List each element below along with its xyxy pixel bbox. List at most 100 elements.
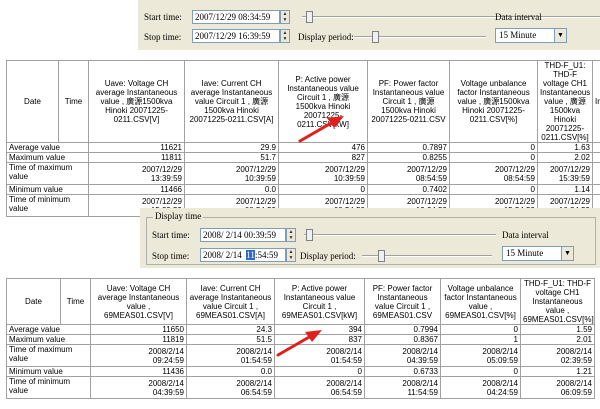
spin-down-icon[interactable]: ▼ bbox=[281, 17, 289, 23]
panel-1-controls: Start time: 2007/12/29 08:34:59 ▲ ▼ Data … bbox=[138, 0, 600, 50]
stop-time-date: 2008/ 2/14 bbox=[203, 250, 247, 260]
table-cell: 2.01 bbox=[520, 334, 595, 345]
start-time-spinner[interactable]: ▲ ▼ bbox=[280, 10, 290, 24]
slider-thumb[interactable] bbox=[306, 229, 313, 241]
stop-time-rest: :54:59 bbox=[254, 250, 278, 260]
spin-down-icon[interactable]: ▼ bbox=[287, 255, 295, 261]
column-header: Voltage unbalance factor Instantaneous v… bbox=[449, 60, 538, 143]
column-header: Voltage unbalance factor Instantaneous v… bbox=[440, 278, 521, 325]
table-cell: 11466 bbox=[88, 184, 185, 195]
slider-track bbox=[304, 234, 496, 236]
data-interval-value: 15 Minute bbox=[499, 30, 537, 40]
table-cell: 394 bbox=[274, 324, 365, 335]
column-header: Iave: Current CH average Instantaneous v… bbox=[186, 278, 275, 325]
table-cell: 0.6733 bbox=[364, 366, 441, 377]
display-period-slider[interactable] bbox=[350, 31, 490, 43]
column-header: Date bbox=[6, 60, 59, 143]
table-cell: 0.7402 bbox=[367, 184, 450, 195]
stop-time-hour-selected[interactable]: 11 bbox=[246, 250, 255, 260]
table-cell: 0.7897 bbox=[367, 142, 450, 153]
chevron-down-icon[interactable]: ▼ bbox=[554, 29, 566, 42]
display-period-slider[interactable] bbox=[358, 250, 496, 262]
column-header: Uave: Voltage CH average Instantaneous v… bbox=[90, 278, 187, 325]
table-row: Average value 11650 24.3 394 0.7994 0 1.… bbox=[6, 324, 595, 335]
table-cell: 11811 bbox=[88, 152, 185, 163]
table-cell: 2007/12/29 10:39:59 bbox=[184, 162, 279, 185]
table-row: Minimum value 11436 0.0 0 0.6733 0 1.21 bbox=[6, 366, 595, 377]
panel-2: Display time Start time: 2008/ 2/14 00:3… bbox=[0, 208, 600, 409]
table-cell: 827 bbox=[278, 152, 368, 163]
table-cell: 11819 bbox=[90, 334, 187, 345]
column-header: Date bbox=[6, 278, 61, 325]
table-cell: 0 bbox=[440, 366, 521, 377]
column-header: P: Active power Instantaneous value Circ… bbox=[278, 60, 368, 143]
table-cell: 2008/2/14 06:54:59 bbox=[274, 376, 365, 399]
slider-thumb[interactable] bbox=[378, 250, 385, 262]
column-header: Iave: Current CH average Instantaneous v… bbox=[184, 60, 279, 143]
display-period-label: Display period: bbox=[300, 251, 356, 261]
column-header: THD-F_U1: THD-F voltage CH1 Instantaneou… bbox=[537, 60, 593, 143]
table-header-row: Date Time Uave: Voltage CH average Insta… bbox=[6, 60, 600, 143]
start-time-slider[interactable] bbox=[298, 11, 600, 23]
table-cell: 51.7 bbox=[184, 152, 279, 163]
panel-2-controls: Display time Start time: 2008/ 2/14 00:3… bbox=[140, 208, 600, 268]
table-cell: 0 bbox=[278, 184, 368, 195]
spin-down-icon[interactable]: ▼ bbox=[287, 235, 295, 241]
table-cell: 2008/2/14 04:39:59 bbox=[90, 376, 187, 399]
table-cell bbox=[592, 162, 600, 185]
start-time-input[interactable]: 2007/12/29 08:34:59 bbox=[192, 10, 280, 24]
data-interval-dropdown[interactable]: 15 Minute ▼ bbox=[495, 28, 567, 43]
table-cell: 2008/2/14 02:39:59 bbox=[520, 344, 595, 367]
table-cell: 1.59 bbox=[520, 324, 595, 335]
spin-down-icon[interactable]: ▼ bbox=[281, 36, 289, 42]
table-cell: 476 bbox=[278, 142, 368, 153]
start-time-input[interactable]: 2008/ 2/14 00:39:59 bbox=[200, 228, 286, 242]
start-time-spinner[interactable]: ▲ ▼ bbox=[286, 228, 296, 242]
table-cell: 2007/12/29 10:39:59 bbox=[278, 162, 368, 185]
table-cell: 24.3 bbox=[186, 324, 275, 335]
row-label: Time of maximum value bbox=[6, 344, 91, 367]
table-cell: 1.21 bbox=[520, 366, 595, 377]
data-interval-value: 15 Minute bbox=[506, 248, 544, 258]
slider-thumb[interactable] bbox=[306, 11, 313, 23]
table-row: Time of maximum value 2007/12/29 13:39:5… bbox=[6, 162, 600, 185]
column-header: Ir bbox=[592, 60, 600, 143]
stop-time-label: Stop time: bbox=[144, 32, 182, 42]
column-header: Time bbox=[58, 60, 89, 143]
table-header-row: Date Time Uave: Voltage CH average Insta… bbox=[6, 278, 595, 325]
start-time-label: Start time: bbox=[152, 230, 190, 240]
table-cell bbox=[592, 152, 600, 163]
stop-time-input[interactable]: 2007/12/29 16:39:59 bbox=[192, 29, 280, 43]
start-time-slider[interactable] bbox=[300, 229, 500, 241]
table-row: Average value 11621 29.9 476 0.7897 0 1.… bbox=[6, 142, 600, 153]
table-cell: 2008/2/14 06:09:59 bbox=[520, 376, 595, 399]
table-cell: 0 bbox=[449, 184, 538, 195]
table-cell: 1.63 bbox=[537, 142, 593, 153]
table-cell: 0.0 bbox=[186, 366, 275, 377]
column-header: Time bbox=[60, 278, 91, 325]
table-row: Time of minimum value 2008/2/14 04:39:59… bbox=[6, 376, 595, 399]
table-cell: 0.8255 bbox=[367, 152, 450, 163]
column-header: THD-F_U1: THD-F voltage CH1 Instantaneou… bbox=[520, 278, 595, 325]
table-row: Maximum value 11819 51.5 837 0.8367 1 2.… bbox=[6, 334, 595, 345]
column-header: PF: Power factor Instantaneous value Cir… bbox=[364, 278, 441, 325]
row-label: Time of minimum value bbox=[6, 376, 91, 399]
row-label: Average value bbox=[6, 142, 89, 153]
stop-time-input[interactable]: 2008/ 2/14 11:54:59 bbox=[200, 248, 286, 262]
table-cell bbox=[592, 142, 600, 153]
chevron-down-icon[interactable]: ▼ bbox=[561, 247, 573, 260]
table-cell: 2008/2/14 06:54:59 bbox=[186, 376, 275, 399]
table-cell: 2008/2/14 11:54:59 bbox=[364, 376, 441, 399]
data-interval-dropdown[interactable]: 15 Minute ▼ bbox=[502, 246, 574, 261]
stop-time-spinner[interactable]: ▲ ▼ bbox=[280, 29, 290, 43]
table-cell: 0 bbox=[449, 142, 538, 153]
group-title: Display time bbox=[153, 211, 204, 221]
display-period-label: Display period: bbox=[298, 32, 354, 42]
table-cell: 0.8367 bbox=[364, 334, 441, 345]
slider-thumb[interactable] bbox=[372, 31, 379, 43]
stop-time-spinner[interactable]: ▲ ▼ bbox=[286, 248, 296, 262]
table-cell: 2008/2/14 05:09:59 bbox=[440, 344, 521, 367]
row-label: Time of maximum value bbox=[6, 162, 89, 185]
table-cell: 0 bbox=[440, 324, 521, 335]
table-cell: 11621 bbox=[88, 142, 185, 153]
